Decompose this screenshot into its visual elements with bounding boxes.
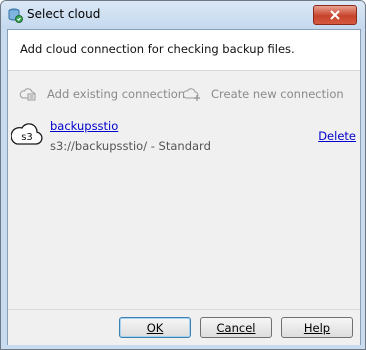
header-description: Add cloud connection for checking backup… xyxy=(20,42,295,56)
cancel-button[interactable]: Cancel xyxy=(200,317,272,338)
s3-cloud-icon: s3 xyxy=(10,120,43,148)
ok-button[interactable]: OK xyxy=(119,317,191,338)
database-icon xyxy=(8,8,23,23)
create-new-connection-button[interactable]: Create new connection xyxy=(183,85,344,103)
dialog-body: Add cloud connection for checking backup… xyxy=(7,29,361,345)
cloud-add-existing-icon xyxy=(19,88,36,101)
dialog-window: Select cloud Add cloud connection for ch… xyxy=(0,0,366,350)
help-button[interactable]: Help xyxy=(281,317,353,338)
connection-name-link[interactable]: backupsstio xyxy=(50,119,118,133)
cloud-create-new-icon xyxy=(183,88,200,101)
add-existing-connection-button[interactable]: Add existing connection xyxy=(19,85,185,103)
connection-path: s3://backupsstio/ - Standard xyxy=(50,139,211,153)
title-bar[interactable]: Select cloud xyxy=(1,1,365,29)
s3-cloud-label: s3 xyxy=(21,132,33,143)
help-button-label: Help xyxy=(303,320,331,335)
window-title: Select cloud xyxy=(27,7,101,21)
cancel-button-label: Cancel xyxy=(216,320,256,335)
close-button[interactable] xyxy=(313,5,357,25)
delete-connection-link[interactable]: Delete xyxy=(318,129,356,143)
dialog-footer: OK Cancel Help xyxy=(8,309,360,345)
dialog-header: Add cloud connection for checking backup… xyxy=(8,30,360,71)
ok-button-label: OK xyxy=(146,320,164,335)
create-new-connection-label: Create new connection xyxy=(211,87,344,101)
add-existing-connection-label: Add existing connection xyxy=(47,87,186,101)
close-icon xyxy=(330,10,340,20)
